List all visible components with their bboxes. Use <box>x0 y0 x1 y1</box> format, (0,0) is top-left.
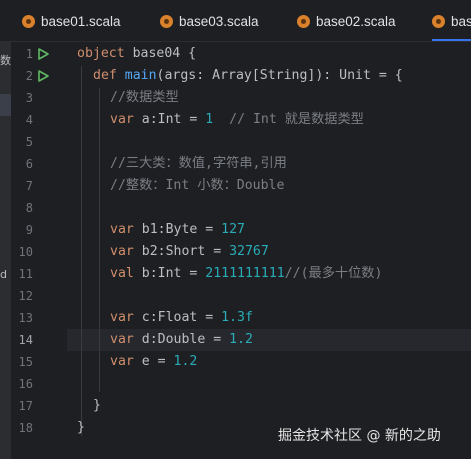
line-number-current: 14 <box>18 333 33 347</box>
keyword: var <box>110 112 134 127</box>
run-icon[interactable] <box>38 70 49 82</box>
keyword: var <box>110 310 134 325</box>
comment: //数据类型 <box>110 90 179 105</box>
line-number: 4 <box>25 113 33 127</box>
keyword: var <box>110 222 134 237</box>
line-number: 2 <box>25 69 33 83</box>
number-literal: 2111111111 <box>205 266 285 281</box>
comment: // Int 就是数据类型 <box>213 112 364 127</box>
declaration: b1:Byte = <box>133 222 222 237</box>
line-number: 17 <box>18 399 33 413</box>
scala-file-icon <box>160 14 173 28</box>
tab-base04[interactable]: bas <box>432 0 471 41</box>
keyword: var <box>110 244 134 259</box>
panel-text-fragment: 数 <box>0 54 11 67</box>
declaration: c:Float = <box>133 310 222 325</box>
identifier: base04 { <box>124 46 197 61</box>
tab-label: bas <box>451 13 471 29</box>
code-line-7[interactable]: //整数：Int 小数：Double <box>110 175 284 197</box>
number-literal: 1.2 <box>173 354 198 369</box>
run-icon[interactable] <box>38 48 49 60</box>
scala-file-icon <box>22 14 35 28</box>
tab-label: base02.scala <box>316 13 396 29</box>
number-literal: 32767 <box>229 244 269 259</box>
line-number: 5 <box>25 135 33 149</box>
code-line-14[interactable]: var d:Double = 1.2 <box>110 329 253 351</box>
indent-guide <box>81 66 82 436</box>
panel-text-fragment: d <box>0 268 7 281</box>
line-number: 9 <box>25 223 33 237</box>
code-line-9[interactable]: var b1:Byte = 127 <box>110 219 245 241</box>
declaration: b2:Short = <box>133 244 230 259</box>
tab-base01[interactable]: base01.scala <box>22 0 121 41</box>
editor-tab-bar: base01.scala base03.scala base02.scala b… <box>0 0 471 42</box>
keyword: def <box>93 68 117 83</box>
line-number: 13 <box>18 311 33 325</box>
comment: //整数：Int 小数：Double <box>110 178 285 193</box>
declaration: a:Int = <box>133 112 206 127</box>
keyword: object <box>77 46 125 61</box>
scala-file-icon <box>297 14 310 28</box>
comment: //三大类：数值,字符串,引用 <box>110 156 287 171</box>
code-line-6[interactable]: //三大类：数值,字符串,引用 <box>110 153 287 175</box>
line-number: 8 <box>25 201 33 215</box>
declaration: e = <box>133 354 174 369</box>
tab-base02[interactable]: base02.scala <box>297 0 396 41</box>
line-number: 16 <box>18 377 33 391</box>
declaration: b:Int = <box>133 266 206 281</box>
watermark-text: 掘金技术社区 @ 新的之助 <box>278 428 441 444</box>
number-literal: 127 <box>221 222 245 237</box>
code-line-13[interactable]: var c:Float = 1.3f <box>110 307 253 329</box>
code-line-10[interactable]: var b2:Short = 32767 <box>110 241 269 263</box>
declaration: d:Double = <box>133 332 230 347</box>
project-panel-edge[interactable]: 数 d <box>0 42 11 459</box>
comment: //(最多十位数) <box>284 266 383 281</box>
keyword: val <box>110 266 134 281</box>
line-number: 1 <box>25 47 33 61</box>
number-literal: 1.2 <box>229 332 253 347</box>
line-number: 10 <box>18 245 33 259</box>
indent-guide <box>99 88 100 392</box>
line-number: 11 <box>18 267 33 281</box>
tab-label: base01.scala <box>41 13 121 29</box>
function-name: main <box>124 68 157 83</box>
signature: (args: Array[String]): Unit = { <box>156 68 403 83</box>
code-line-17[interactable]: } <box>93 395 101 417</box>
keyword: var <box>110 332 134 347</box>
code-line-4[interactable]: var a:Int = 1 // Int 就是数据类型 <box>110 109 364 131</box>
closing-brace: } <box>93 398 101 413</box>
line-number: 6 <box>25 157 33 171</box>
code-line-11[interactable]: val b:Int = 2111111111//(最多十位数) <box>110 263 382 285</box>
line-number: 18 <box>18 421 33 435</box>
code-line-3[interactable]: //数据类型 <box>110 87 179 109</box>
line-number: 12 <box>18 289 33 303</box>
line-number: 15 <box>18 355 33 369</box>
code-line-1[interactable]: object base04 { <box>77 43 196 65</box>
line-number: 3 <box>25 91 33 105</box>
panel-selection <box>0 94 11 116</box>
closing-brace: } <box>77 420 85 435</box>
code-line-15[interactable]: var e = 1.2 <box>110 351 197 373</box>
line-number: 7 <box>25 179 33 193</box>
scala-file-icon <box>432 14 445 28</box>
code-line-18[interactable]: } <box>77 417 85 439</box>
keyword: var <box>110 354 134 369</box>
code-line-2[interactable]: def main(args: Array[String]): Unit = { <box>93 65 403 87</box>
tab-label: base03.scala <box>179 13 259 29</box>
tab-base03[interactable]: base03.scala <box>160 0 259 41</box>
number-literal: 1.3f <box>221 310 253 325</box>
